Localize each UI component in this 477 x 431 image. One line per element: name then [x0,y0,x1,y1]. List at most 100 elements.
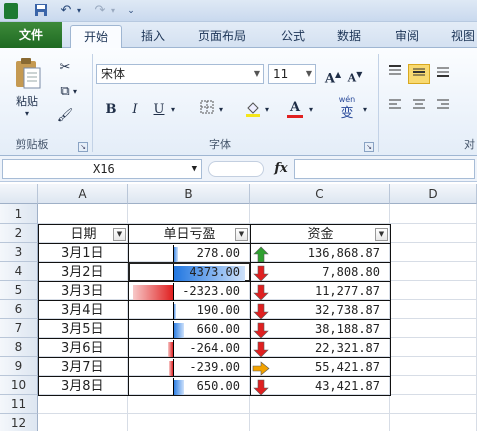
tab-view[interactable]: 视图 [440,25,477,48]
grid-cell[interactable] [128,204,250,224]
row-header[interactable]: 2 [0,224,38,243]
column-header-a[interactable]: A [38,184,128,204]
grid-cell[interactable] [38,414,128,431]
paste-dropdown-icon[interactable]: ▾ [8,109,46,118]
tab-formulas[interactable]: 公式 [270,25,316,48]
profit-loss-cell[interactable]: -2323.00 [128,281,251,301]
tab-home[interactable]: 开始 [70,25,122,48]
bold-button[interactable]: B [100,100,122,120]
column-header-c[interactable]: C [250,184,390,204]
worksheet-grid[interactable]: A B C D 1 2 3 4 5 6 7 8 9 10 11 12 日期 ▼ 单日亏盈 ▼ 资金 ▼ 3月1日 27… [0,184,477,431]
grid-cell[interactable] [390,395,477,414]
date-cell[interactable]: 3月6日 [38,338,129,358]
row-header[interactable]: 5 [0,281,38,300]
font-size-select[interactable]: 11 ▼ [268,64,316,84]
tab-file[interactable]: 文件 [0,22,62,48]
grid-cell[interactable] [128,395,250,414]
tab-review[interactable]: 审阅 [384,25,430,48]
font-color-icon[interactable]: A [284,98,306,118]
borders-dropdown-icon[interactable]: ▾ [216,100,226,120]
grid-cell[interactable] [390,357,477,376]
format-painter-icon[interactable]: 🖌 [54,106,76,126]
row-header[interactable]: 6 [0,300,38,319]
align-top-icon[interactable] [384,64,406,84]
date-cell[interactable]: 3月4日 [38,300,129,320]
date-cell[interactable]: 3月7日 [38,357,129,377]
align-bottom-icon[interactable] [432,64,454,84]
row-header[interactable]: 9 [0,357,38,376]
redo-icon[interactable]: ↷ [92,3,108,19]
paste-button[interactable]: 粘贴 ▾ [8,56,46,130]
grid-cell[interactable] [390,224,477,243]
underline-dropdown-icon[interactable]: ▾ [168,100,178,120]
date-cell[interactable]: 3月8日 [38,376,129,396]
tab-page-layout[interactable]: 页面布局 [186,25,258,48]
grid-cell[interactable] [390,376,477,395]
italic-button[interactable]: I [124,100,146,120]
date-cell[interactable]: 3月1日 [38,243,129,263]
copy-dropdown-icon[interactable]: ▾ [70,82,80,102]
grow-font-button[interactable]: A▲ [322,64,344,86]
align-middle-icon[interactable] [408,64,430,84]
shrink-font-button[interactable]: A▼ [344,64,366,85]
grid-cell[interactable] [38,204,128,224]
insert-function-icon[interactable]: fx [270,159,292,179]
grid-cell[interactable] [390,338,477,357]
cut-icon[interactable]: ✂ [54,58,76,78]
font-color-dropdown-icon[interactable]: ▾ [306,100,316,120]
grid-cell[interactable] [390,281,477,300]
grid-cell[interactable] [390,414,477,431]
funds-cell[interactable]: 43,421.87 [250,376,391,396]
font-launcher-icon[interactable]: ↘ [364,142,374,152]
tab-insert[interactable]: 插入 [130,25,176,48]
profit-loss-cell[interactable]: 278.00 [128,243,251,263]
filter-dropdown-icon[interactable]: ▼ [375,228,388,241]
select-all-corner[interactable] [0,184,38,204]
grid-cell[interactable] [390,300,477,319]
profit-loss-cell[interactable]: -264.00 [128,338,251,358]
funds-cell[interactable]: 7,808.80 [250,262,391,282]
tab-data[interactable]: 数据 [326,25,372,48]
profit-loss-cell[interactable]: 4373.00 [128,262,251,282]
redo-dropdown-icon[interactable]: ▾ [108,3,118,19]
grid-cell[interactable] [128,414,250,431]
date-cell[interactable]: 3月5日 [38,319,129,339]
align-left-icon[interactable] [384,98,406,118]
funds-cell[interactable]: 22,321.87 [250,338,391,358]
clipboard-launcher-icon[interactable]: ↘ [78,142,88,152]
grid-cell[interactable] [250,395,390,414]
funds-cell[interactable]: 55,421.87 [250,357,391,377]
customize-toolbar-icon[interactable]: ⌄ [126,3,136,19]
row-header[interactable]: 12 [0,414,38,431]
grid-cell[interactable] [250,204,390,224]
fill-color-dropdown-icon[interactable]: ▾ [262,100,272,120]
funds-cell[interactable]: 38,188.87 [250,319,391,339]
align-right-icon[interactable] [432,98,454,118]
date-cell[interactable]: 3月3日 [38,281,129,301]
grid-cell[interactable] [38,395,128,414]
name-box[interactable]: X16 ▼ [2,159,202,179]
grid-cell[interactable] [390,243,477,262]
row-header[interactable]: 1 [0,204,38,224]
row-header[interactable]: 7 [0,319,38,338]
grid-cell[interactable] [390,204,477,224]
grid-cell[interactable] [250,414,390,431]
undo-icon[interactable]: ↶ [58,3,74,19]
profit-loss-cell[interactable]: 660.00 [128,319,251,339]
phonetic-guide-icon[interactable]: wén 变 [334,96,360,122]
funds-cell[interactable]: 32,738.87 [250,300,391,320]
row-header[interactable]: 3 [0,243,38,262]
filter-dropdown-icon[interactable]: ▼ [235,228,248,241]
filter-dropdown-icon[interactable]: ▼ [113,228,126,241]
save-icon[interactable] [34,3,48,19]
row-header[interactable]: 4 [0,262,38,281]
funds-cell[interactable]: 11,277.87 [250,281,391,301]
borders-icon[interactable] [196,100,218,120]
row-header[interactable]: 8 [0,338,38,357]
phonetic-dropdown-icon[interactable]: ▾ [360,100,370,120]
underline-button[interactable]: U [148,100,170,120]
column-header-b[interactable]: B [128,184,250,204]
align-center-icon[interactable] [408,98,430,118]
row-header[interactable]: 10 [0,376,38,395]
column-header-d[interactable]: D [390,184,477,204]
